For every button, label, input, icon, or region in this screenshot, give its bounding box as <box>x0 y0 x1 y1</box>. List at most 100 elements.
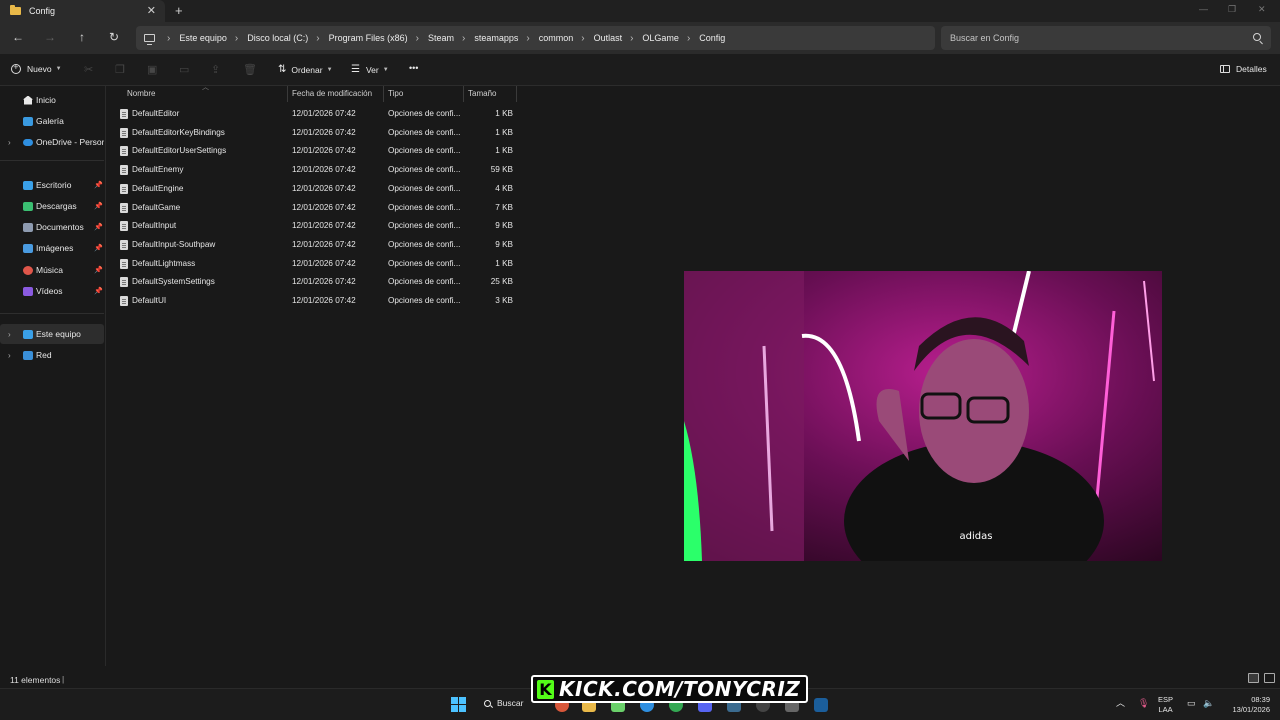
table-row[interactable]: DefaultGame 12/01/2026 07:42 Opciones de c… <box>112 199 517 217</box>
webcam-overlay: adidas <box>684 271 1162 561</box>
table-row[interactable]: DefaultLightmass 12/01/2026 07:42 Opciones… <box>112 255 517 273</box>
sidebar-item-musica[interactable]: Música 📌 <box>0 260 104 280</box>
breadcrumb-item[interactable]: Steam <box>428 33 454 43</box>
sort-button[interactable]: ⇅ Ordenar ▼ <box>278 64 333 75</box>
refresh-icon[interactable]: ↻ <box>106 30 122 44</box>
new-label: Nuevo <box>27 64 52 74</box>
delete-icon[interactable]: 🗑 <box>243 63 257 76</box>
chevron-right-icon[interactable]: › <box>581 33 584 44</box>
breadcrumb-item[interactable]: common <box>539 33 574 43</box>
pin-icon[interactable]: 📌 <box>94 223 103 231</box>
table-row[interactable]: DefaultEditorKeyBindings 12/01/2026 07:42… <box>112 124 517 142</box>
sidebar-item-documentos[interactable]: Documentos 📌 <box>0 217 104 237</box>
pin-icon[interactable]: 📌 <box>94 181 103 189</box>
forward-icon[interactable]: → <box>42 30 58 44</box>
adidas-logo: adidas <box>960 531 993 542</box>
paste-icon[interactable]: ▣ <box>147 63 157 76</box>
gallery-icon <box>23 116 33 126</box>
clock[interactable]: 08:39 13/01/2026 <box>1224 695 1270 715</box>
tab-config[interactable]: Config ✕ <box>0 0 165 22</box>
new-button[interactable]: Nuevo ▼ <box>11 62 62 74</box>
table-row[interactable]: DefaultInput-Southpaw 12/01/2026 07:42 Opc… <box>112 236 517 254</box>
breadcrumb-item[interactable]: OLGame <box>642 33 679 43</box>
breadcrumb-item[interactable]: Disco local (C:) <box>247 33 308 43</box>
tiles-view-icon[interactable] <box>1264 673 1275 683</box>
sidebar-item-galeria[interactable]: Galería <box>0 111 104 131</box>
sidebar-item-imagenes[interactable]: Imágenes 📌 <box>0 238 104 258</box>
table-row[interactable]: DefaultUI 12/01/2026 07:42 Opciones de con… <box>112 292 517 310</box>
sidebar-item-descargas[interactable]: Descargas 📌 <box>0 196 104 216</box>
details-view-icon[interactable] <box>1248 673 1259 683</box>
network-status-icon[interactable]: ▭ <box>1187 698 1196 708</box>
chevron-right-icon[interactable]: › <box>416 33 419 44</box>
view-label: Ver <box>365 64 379 75</box>
chevron-right-icon[interactable]: › <box>462 33 465 44</box>
breadcrumb-item[interactable]: Config <box>699 33 725 43</box>
chevron-right-icon[interactable]: › <box>167 33 170 44</box>
restore-icon[interactable]: ❐ <box>1228 4 1236 15</box>
pin-icon[interactable]: 📌 <box>94 244 103 252</box>
table-row[interactable]: DefaultSystemSettings 12/01/2026 07:42 Opc… <box>112 273 517 291</box>
sidebar-item-escritorio[interactable]: Escritorio 📌 <box>0 175 104 195</box>
file-size: 1 KB <box>495 109 513 118</box>
sidebar-item-inicio[interactable]: Inicio <box>0 90 104 110</box>
back-icon[interactable]: ← <box>10 30 26 44</box>
breadcrumb-item[interactable]: Este equipo <box>179 33 227 43</box>
table-row[interactable]: DefaultEngine 12/01/2026 07:42 Opciones de… <box>112 180 517 198</box>
chevron-right-icon[interactable]: › <box>316 33 319 44</box>
add-icon <box>11 62 21 74</box>
chevron-right-icon[interactable]: › <box>526 33 529 44</box>
close-tab-icon[interactable]: ✕ <box>147 4 156 17</box>
table-row[interactable]: DefaultEditor 12/01/2026 07:42 Opciones de… <box>112 105 517 123</box>
chevron-right-icon[interactable]: › <box>8 138 11 147</box>
taskbar-search-button[interactable]: Buscar <box>484 698 523 708</box>
chevron-down-icon: ▼ <box>382 66 389 73</box>
copy-icon[interactable]: ❐ <box>115 63 125 76</box>
column-header-size[interactable]: Tamaño <box>464 86 517 102</box>
pin-icon[interactable]: 📌 <box>94 266 103 274</box>
share-icon[interactable]: ⇪ <box>211 63 220 76</box>
chevron-right-icon[interactable]: › <box>8 330 11 339</box>
pin-icon[interactable]: 📌 <box>94 202 103 210</box>
up-icon[interactable]: ↑ <box>74 30 90 44</box>
column-header-date[interactable]: Fecha de modificación <box>288 86 384 102</box>
table-row[interactable]: DefaultInput 12/01/2026 07:42 Opciones de … <box>112 217 517 235</box>
new-tab-button[interactable]: + <box>175 3 183 18</box>
rename-icon[interactable]: ▭ <box>179 63 189 76</box>
sidebar-item-este-equipo[interactable]: › Este equipo <box>0 324 104 344</box>
microphone-icon[interactable]: 🎙 <box>1138 698 1149 708</box>
volume-icon[interactable]: 🔈 <box>1203 698 1214 708</box>
pin-icon[interactable]: 📌 <box>94 287 103 295</box>
sidebar-item-red[interactable]: › Red <box>0 345 104 365</box>
column-header-type[interactable]: Tipo <box>384 86 464 102</box>
chevron-right-icon[interactable]: › <box>8 351 11 360</box>
file-name: DefaultEditorKeyBindings <box>132 127 225 137</box>
table-row[interactable]: DefaultEditorUserSettings 12/01/2026 07:4… <box>112 142 517 160</box>
chevron-right-icon[interactable]: › <box>235 33 238 44</box>
file-name: DefaultInput <box>132 221 177 231</box>
chevron-right-icon[interactable]: › <box>630 33 633 44</box>
taskbar-search-label: Buscar <box>497 698 524 708</box>
view-button[interactable]: ☰ Ver ▼ <box>351 64 389 75</box>
cut-icon[interactable]: ✂ <box>84 63 93 76</box>
pane-divider[interactable] <box>105 86 106 666</box>
search-input[interactable]: Buscar en Config <box>941 26 1271 50</box>
steam-icon[interactable] <box>814 698 828 712</box>
start-icon[interactable] <box>451 697 466 712</box>
breadcrumb-item[interactable]: Program Files (x86) <box>329 33 408 43</box>
sidebar-item-onedrive[interactable]: › OneDrive - Persona <box>0 132 104 152</box>
sidebar-item-videos[interactable]: Vídeos 📌 <box>0 281 104 301</box>
address-bar[interactable]: › Este equipo › Disco local (C:) › Progr… <box>136 26 935 50</box>
breadcrumb-item[interactable]: steamapps <box>474 33 518 43</box>
search-icon <box>484 699 491 707</box>
more-options-icon[interactable]: ••• <box>409 63 418 73</box>
column-header-name[interactable]: Nombre <box>123 86 288 102</box>
breadcrumb-item[interactable]: Outlast <box>594 33 623 43</box>
details-button[interactable]: Detalles <box>1220 64 1267 74</box>
close-window-icon[interactable]: ✕ <box>1258 4 1266 15</box>
table-row[interactable]: DefaultEnemy 12/01/2026 07:42 Opciones de … <box>112 161 517 179</box>
minimize-icon[interactable]: — <box>1199 4 1208 14</box>
chevron-right-icon[interactable]: › <box>687 33 690 44</box>
chevron-up-icon[interactable]: ︿ <box>1116 698 1125 708</box>
language-indicator[interactable]: ESP LAA <box>1158 695 1173 715</box>
